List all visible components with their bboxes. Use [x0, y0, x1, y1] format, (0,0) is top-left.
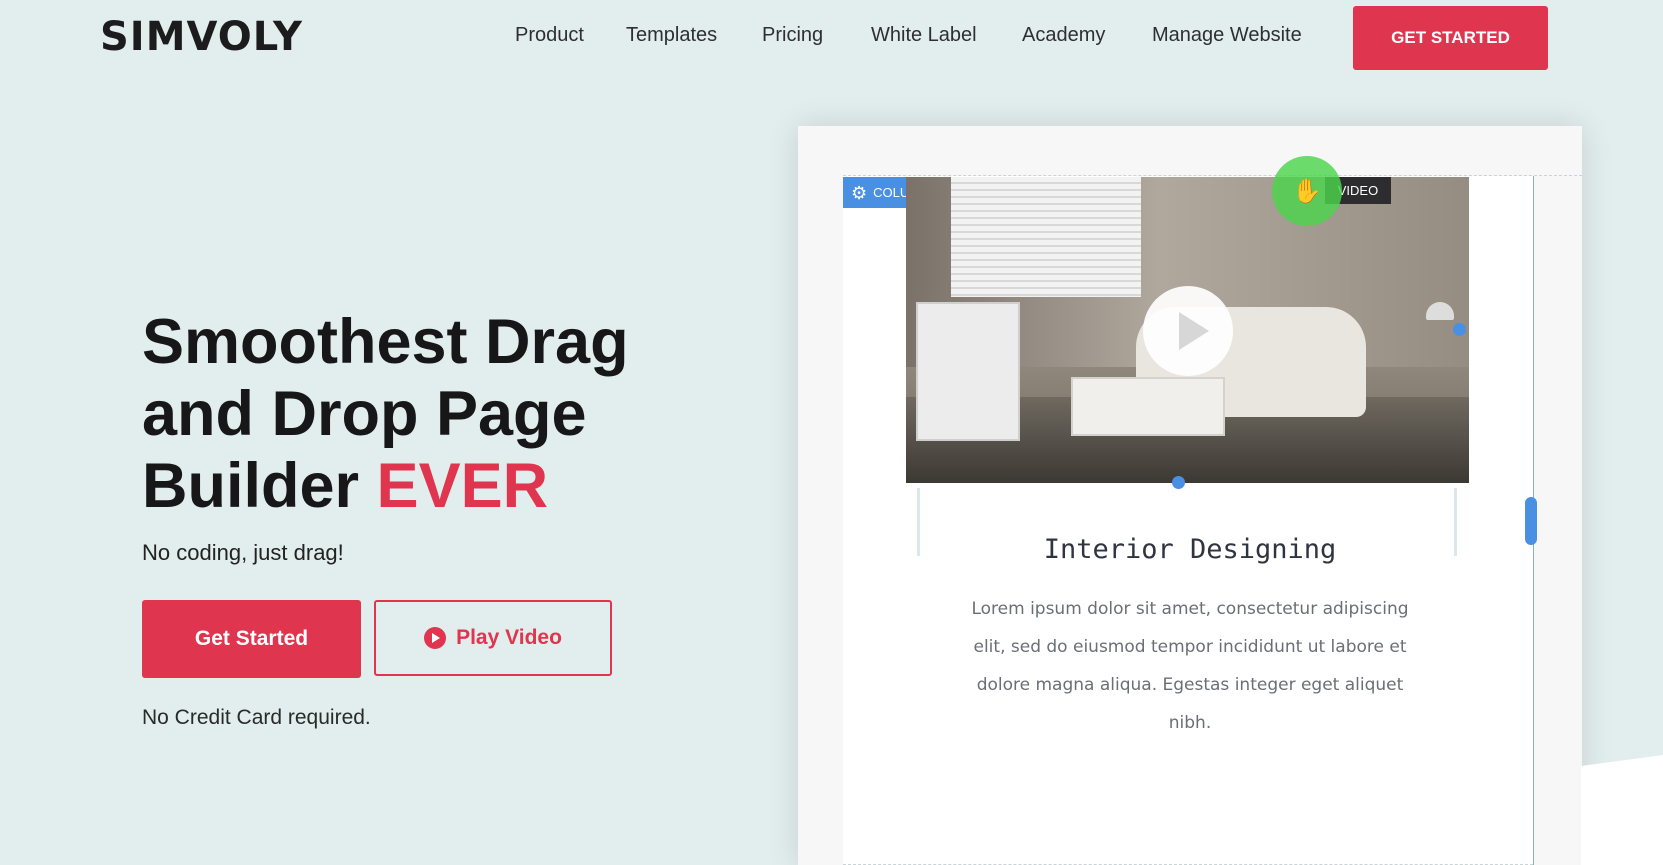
resize-handle-right[interactable]	[1453, 323, 1466, 336]
column-outline-top	[843, 175, 1582, 176]
video-thumbnail[interactable]	[906, 177, 1469, 483]
brand-logo[interactable]: SIMVOLY	[100, 14, 303, 60]
card-title: Interior Designing	[1043, 534, 1337, 565]
header-get-started-button[interactable]: GET STARTED	[1353, 6, 1548, 70]
hero-title-line2: and Drop Page	[142, 379, 587, 449]
hero-title-line3: Builder	[142, 451, 360, 521]
play-video-label: Play Video	[456, 626, 562, 649]
hero-title: Smoothest Drag and Drop Page Builder EVE…	[142, 306, 662, 522]
play-icon	[424, 627, 447, 649]
gear-icon: ⚙	[851, 182, 868, 203]
nav-item-pricing[interactable]: Pricing	[762, 24, 823, 47]
no-credit-card-note: No Credit Card required.	[142, 706, 371, 729]
card-body-text: Lorem ipsum dolor sit amet, consectetur …	[971, 599, 1409, 733]
resize-handle-bottom[interactable]	[1172, 476, 1185, 489]
hand-cursor-icon[interactable]: ✋	[1272, 156, 1342, 226]
nav-item-academy[interactable]: Academy	[1022, 24, 1105, 47]
thumbnail-coffee-table	[1071, 377, 1225, 436]
decorative-wedge	[1581, 755, 1663, 865]
nav-item-product[interactable]: Product	[515, 24, 584, 47]
nav-item-templates[interactable]: Templates	[626, 24, 717, 47]
play-video-button[interactable]: Play Video	[374, 600, 612, 676]
thumbnail-shelf	[916, 302, 1020, 441]
video-play-icon[interactable]	[1143, 286, 1233, 376]
thumbnail-window-blinds	[951, 177, 1141, 297]
nav-item-white-label[interactable]: White Label	[871, 24, 977, 47]
get-started-button[interactable]: Get Started	[142, 600, 361, 678]
builder-preview: ⚙ COLUMN	[798, 126, 1582, 865]
hero-title-accent: EVER	[376, 451, 549, 521]
hero-subtitle: No coding, just drag!	[142, 540, 344, 565]
nav-item-manage-website[interactable]: Manage Website	[1152, 24, 1302, 47]
hero-title-line1: Smoothest Drag	[142, 307, 629, 377]
